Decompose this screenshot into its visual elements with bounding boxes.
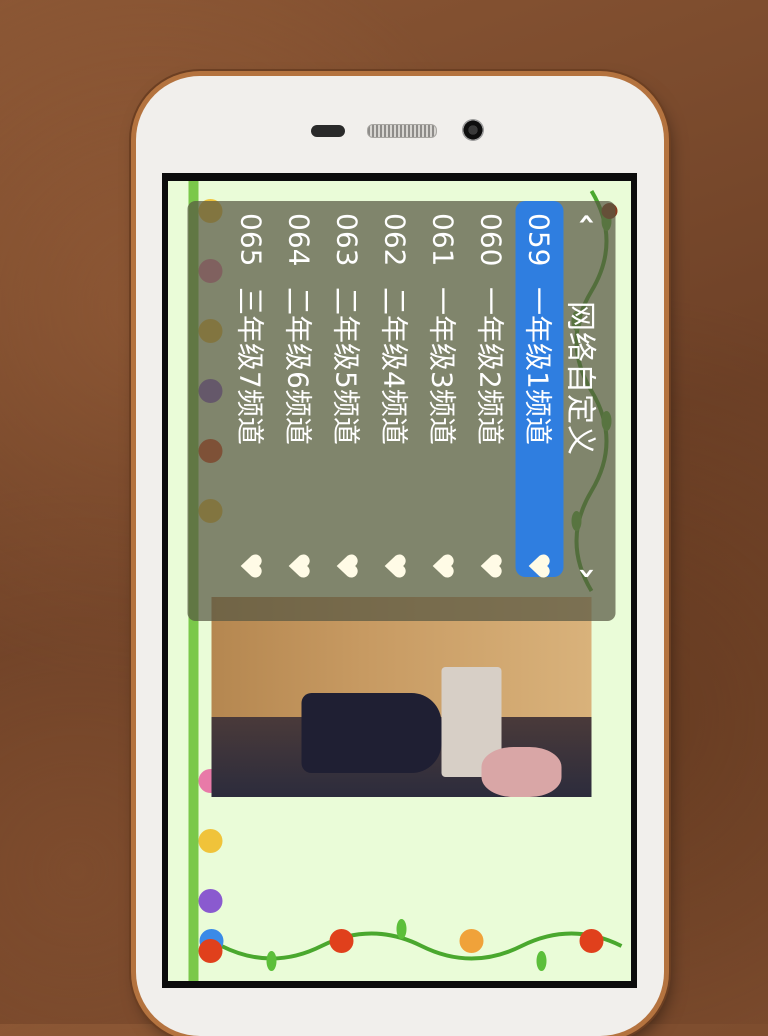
channel-row[interactable]: 065 三年级7频道	[227, 201, 275, 621]
channel-row[interactable]: 060 一年级2频道	[467, 201, 515, 621]
channel-number: 064	[282, 213, 316, 267]
channel-row[interactable]: 061 一年级3频道	[419, 201, 467, 621]
heart-icon[interactable]	[239, 553, 263, 579]
video-person	[301, 693, 441, 773]
channel-row[interactable]: 059 一年级1频道	[515, 201, 563, 579]
channel-name: 一年级2频道	[473, 287, 506, 445]
channel-number: 060	[474, 213, 508, 267]
front-camera	[462, 119, 484, 141]
menu-title: 网络自定义	[562, 301, 597, 456]
channel-row[interactable]: 063 二年级5频道	[323, 201, 371, 621]
heart-icon[interactable]	[431, 553, 455, 579]
screen-bezel: ‹ 网络自定义 › 059 一年级1频道 060 一年级2频道 061 一年级3…	[162, 173, 637, 988]
video-preview[interactable]	[211, 597, 591, 797]
channel-name: 一年级1频道	[521, 287, 554, 445]
channel-number: 065	[234, 213, 268, 267]
channel-name: 一年级3频道	[425, 287, 458, 445]
channel-menu-panel: ‹ 网络自定义 › 059 一年级1频道 060 一年级2频道 061 一年级3…	[187, 201, 615, 621]
heart-icon[interactable]	[479, 553, 503, 579]
chevron-right-icon[interactable]: ›	[569, 567, 604, 579]
channel-number: 062	[378, 213, 412, 267]
channel-row[interactable]: 062 二年级4频道	[371, 201, 419, 621]
proximity-sensor	[311, 125, 345, 137]
channel-name: 二年级4频道	[377, 287, 410, 445]
channel-name: 三年级7频道	[233, 287, 266, 445]
landscape-app: ‹ 网络自定义 › 059 一年级1频道 060 一年级2频道 061 一年级3…	[168, 181, 631, 981]
channel-row[interactable]: 064 二年级6频道	[275, 201, 323, 621]
vine-decoration-right	[199, 919, 622, 971]
channel-number: 061	[426, 213, 460, 267]
heart-icon[interactable]	[383, 553, 407, 579]
video-bowl	[481, 747, 561, 797]
earpiece-speaker	[367, 124, 437, 138]
channel-number: 063	[330, 213, 364, 267]
channel-list: 059 一年级1频道 060 一年级2频道 061 一年级3频道 062 二年级…	[227, 201, 563, 621]
channel-name: 二年级5频道	[329, 287, 362, 445]
channel-name: 二年级6频道	[281, 287, 314, 445]
phone-body: ‹ 网络自定义 › 059 一年级1频道 060 一年级2频道 061 一年级3…	[136, 76, 664, 1036]
channel-number: 059	[522, 213, 556, 267]
chevron-left-icon[interactable]: ‹	[569, 213, 604, 225]
heart-icon[interactable]	[287, 553, 311, 579]
heart-icon[interactable]	[527, 553, 551, 579]
screen: ‹ 网络自定义 › 059 一年级1频道 060 一年级2频道 061 一年级3…	[168, 181, 631, 981]
heart-icon[interactable]	[335, 553, 359, 579]
